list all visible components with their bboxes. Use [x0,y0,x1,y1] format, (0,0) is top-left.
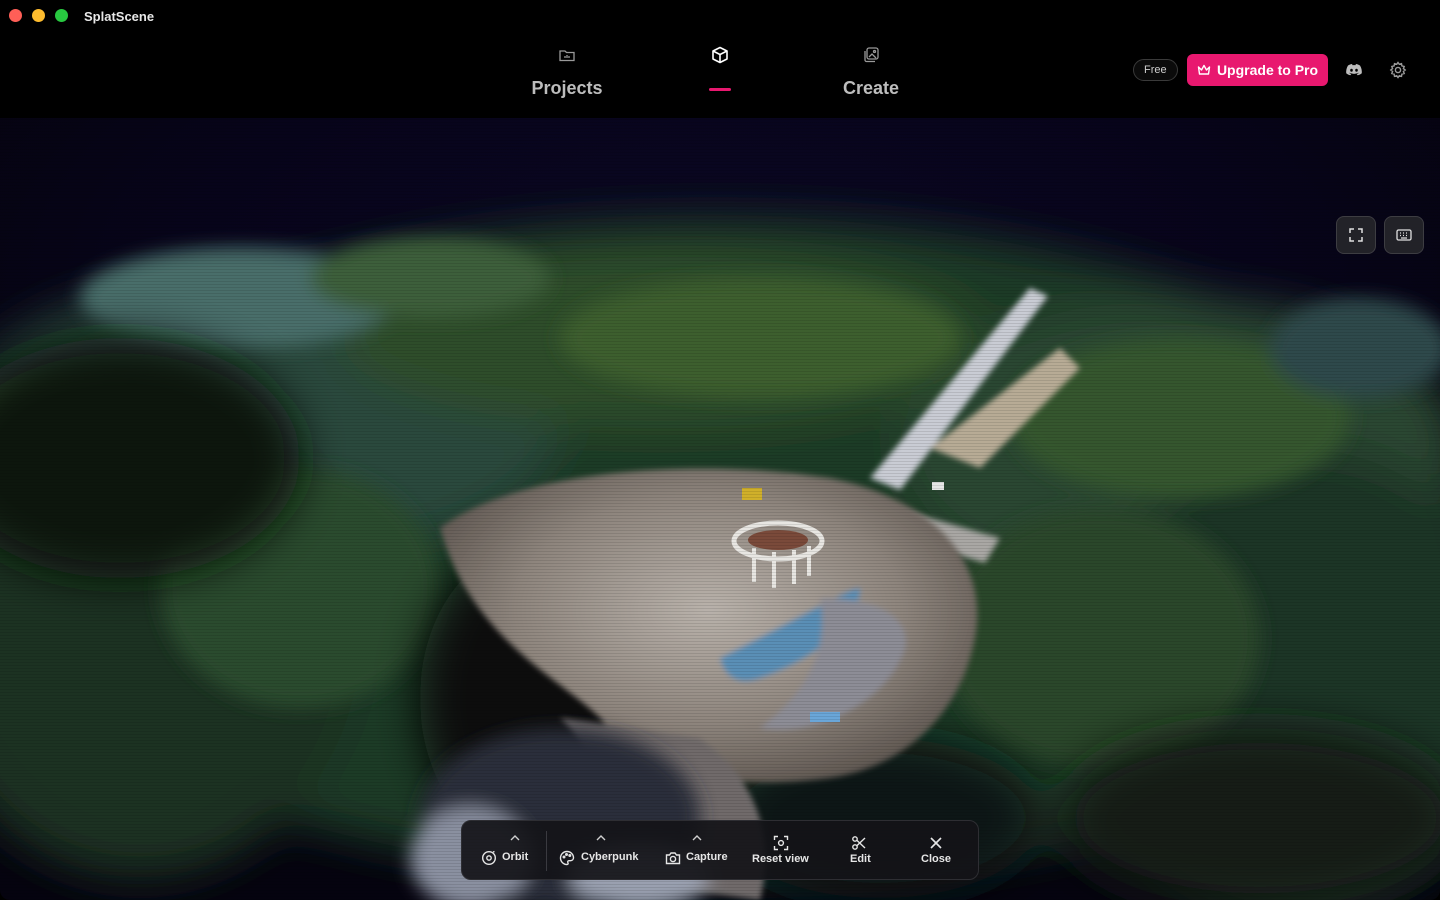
palette-icon [559,850,575,866]
orbit-label: Orbit [502,851,529,863]
tab-projects[interactable]: Projects [507,46,627,116]
crown-icon [1197,64,1211,75]
capture-button[interactable]: Capture [660,821,736,881]
reset-view-button[interactable]: Reset view [746,821,816,881]
cyberpunk-style-button[interactable]: Cyberpunk [556,821,648,881]
gaussian-splat-scene [0,218,1440,900]
window-minimize-button[interactable] [32,9,45,22]
camera-icon [665,852,681,865]
edit-button[interactable]: Edit [832,821,888,881]
keyboard-shortcuts-button[interactable] [1384,216,1424,254]
chevron-up-icon [510,835,520,841]
fullscreen-button[interactable] [1336,216,1376,254]
edit-label: Edit [850,853,871,865]
tab-projects-label: Projects [531,78,603,98]
folder-icon [559,50,575,62]
tab-create[interactable]: Create [811,46,931,116]
cube-icon [712,46,728,64]
reset-view-label: Reset view [752,853,809,865]
cyberpunk-label: Cyberpunk [581,851,639,863]
toolbar-divider [546,831,547,871]
tab-create-label: Create [842,78,900,98]
window-close-button[interactable] [9,9,22,22]
reset-view-icon [773,835,789,851]
tab-viewer[interactable] [660,46,780,116]
viewer-toolbar: Orbit Cyberpunk Capture Reset view Edit … [461,820,979,880]
close-label: Close [921,853,951,865]
active-tab-indicator [709,88,731,91]
keyboard-icon [1396,229,1412,241]
plan-badge: Free [1133,59,1178,81]
images-icon [864,47,879,63]
close-viewer-button[interactable]: Close [908,821,964,881]
chevron-up-icon [596,835,606,841]
capture-label: Capture [686,851,728,863]
window-maximize-button[interactable] [55,9,68,22]
title-bar: SplatScene [0,0,1440,32]
close-icon [930,837,942,849]
chevron-up-icon [692,835,702,841]
upgrade-to-pro-button[interactable]: Upgrade to Pro [1187,54,1328,86]
scissors-icon [852,836,866,850]
orbit-icon [481,850,497,866]
fullscreen-icon [1349,228,1363,242]
app-title: SplatScene [84,9,155,24]
app-window: SplatScene Projects Create Free Upgrade … [0,0,1440,900]
gear-icon[interactable] [1388,60,1408,80]
top-navigation: Projects Create Free Upgrade to Pro [0,32,1440,118]
splat-viewport[interactable] [0,118,1440,900]
upgrade-label: Upgrade to Pro [1216,62,1319,78]
orbit-button[interactable]: Orbit [472,821,542,881]
discord-icon[interactable] [1344,60,1364,80]
